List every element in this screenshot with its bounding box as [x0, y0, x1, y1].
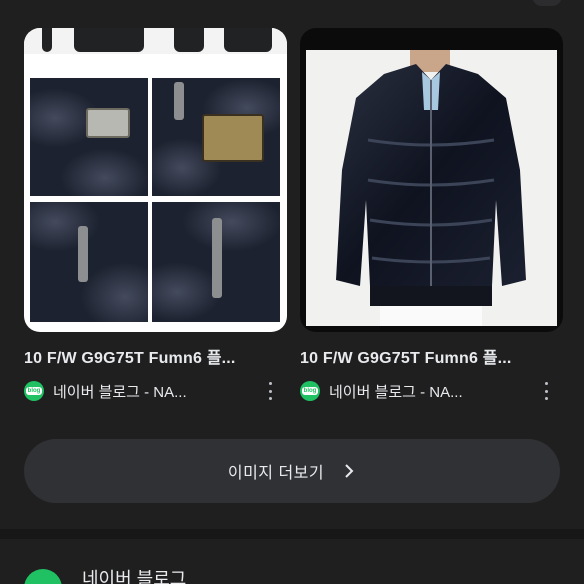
more-vert-icon[interactable]	[267, 382, 273, 400]
image-result-title[interactable]: 10 F/W G9G75T Fumn6 플...	[24, 344, 287, 368]
more-vert-icon[interactable]	[543, 382, 549, 400]
naver-blog-icon: blog	[24, 381, 44, 401]
image-thumbnail[interactable]	[24, 28, 287, 332]
product-photo	[306, 50, 557, 326]
source-label: 네이버 블로그 - NA...	[329, 383, 463, 401]
image-results-page: 10 F/W G9G75T Fumn6 플... blog 네이버 블로그 - …	[0, 0, 584, 584]
thumbnail-top-strip	[24, 28, 287, 54]
result-site-name[interactable]: 네이버 블로그	[82, 565, 186, 584]
naver-blog-icon: blog	[300, 381, 320, 401]
naver-blog-favicon	[24, 569, 62, 584]
section-divider	[0, 529, 584, 539]
image-thumbnail[interactable]	[300, 28, 563, 332]
image-result-card[interactable]: 10 F/W G9G75T Fumn6 플... blog 네이버 블로그 - …	[24, 28, 287, 402]
image-result-card[interactable]: 10 F/W G9G75T Fumn6 플... blog 네이버 블로그 - …	[300, 28, 563, 402]
more-images-button[interactable]: 이미지 더보기	[24, 439, 560, 503]
chevron-right-icon	[345, 464, 354, 478]
source-label: 네이버 블로그 - NA...	[53, 383, 187, 401]
image-result-source[interactable]: blog 네이버 블로그 - NA...	[300, 380, 563, 402]
image-result-source[interactable]: blog 네이버 블로그 - NA...	[24, 380, 287, 402]
more-images-label: 이미지 더보기	[227, 465, 325, 482]
image-result-title[interactable]: 10 F/W G9G75T Fumn6 플...	[300, 344, 563, 368]
overflow-button[interactable]	[532, 0, 562, 6]
